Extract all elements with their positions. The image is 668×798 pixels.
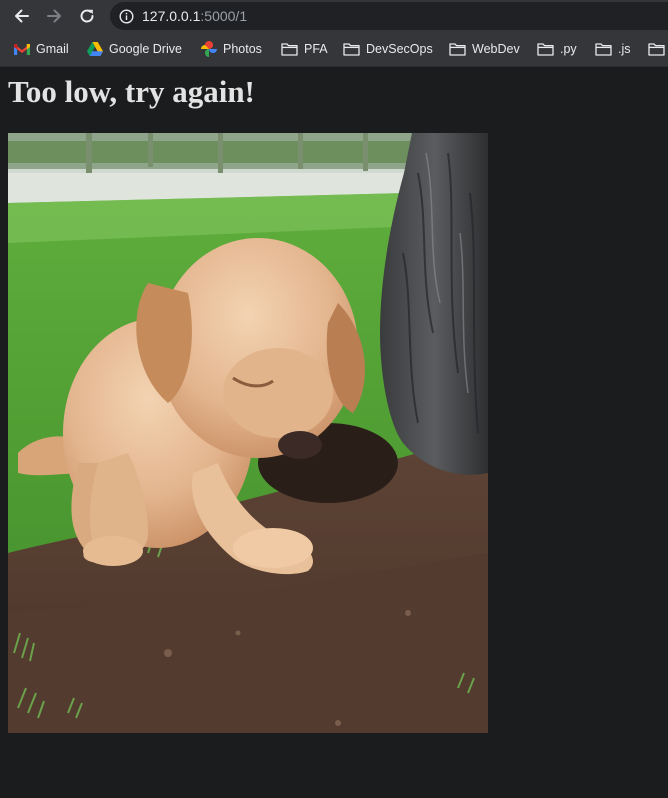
bookmark-photos[interactable]: Photos (201, 32, 262, 66)
arrow-right-icon (47, 9, 61, 23)
bookmark-folder-overflow[interactable] (648, 32, 665, 66)
folder-icon (648, 43, 665, 56)
address-bar[interactable]: 127.0.0.1:5000/1 (110, 2, 668, 30)
back-button[interactable] (10, 4, 34, 28)
bookmark-label: .js (618, 42, 631, 56)
bookmarks-bar: Gmail Google Drive Photos PFA DevSecOps … (0, 32, 668, 67)
info-icon[interactable] (119, 8, 134, 24)
bookmark-label: Gmail (36, 42, 69, 56)
google-drive-icon (87, 42, 103, 56)
gmail-icon (14, 44, 30, 55)
folder-icon (595, 43, 612, 56)
bookmark-label: PFA (304, 42, 328, 56)
url-host: 127.0.0.1 (142, 8, 201, 24)
bookmark-folder-devsecops[interactable]: DevSecOps (343, 32, 433, 66)
url-text[interactable]: 127.0.0.1:5000/1 (142, 8, 247, 24)
bookmark-label: Photos (223, 42, 262, 56)
bookmark-label: DevSecOps (366, 42, 433, 56)
bookmark-label: WebDev (472, 42, 520, 56)
bookmark-folder-py[interactable]: .py (537, 32, 577, 66)
bookmark-folder-webdev[interactable]: WebDev (449, 32, 520, 66)
bookmark-gmail[interactable]: Gmail (14, 32, 69, 66)
reload-button[interactable] (75, 4, 99, 28)
bookmark-google-drive[interactable]: Google Drive (87, 32, 182, 66)
arrow-left-icon (15, 9, 29, 23)
forward-button[interactable] (42, 4, 66, 28)
browser-toolbar: 127.0.0.1:5000/1 (0, 0, 668, 32)
bookmark-folder-js[interactable]: .js (595, 32, 631, 66)
reload-icon (80, 9, 94, 23)
puppy-digging-image (8, 133, 488, 733)
url-path: :5000/1 (200, 8, 248, 24)
folder-icon (343, 43, 360, 56)
bookmark-label: .py (560, 42, 577, 56)
bookmark-folder-pfa[interactable]: PFA (281, 32, 328, 66)
folder-icon (537, 43, 554, 56)
folder-icon (281, 43, 298, 56)
google-photos-icon (201, 41, 217, 57)
page-heading: Too low, try again! (8, 74, 255, 109)
bookmark-label: Google Drive (109, 42, 182, 56)
folder-icon (449, 43, 466, 56)
